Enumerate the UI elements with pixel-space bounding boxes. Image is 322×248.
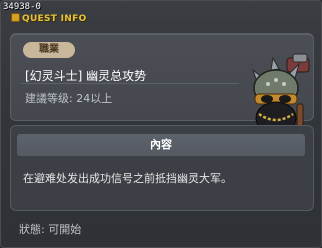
quest-id: 34938-0	[3, 2, 41, 12]
content-header: 內容	[17, 134, 305, 156]
job-badge: 職業	[23, 42, 75, 58]
quest-title: [幻灵斗士] 幽灵总攻势	[25, 69, 147, 83]
quest-scroll-icon	[11, 13, 20, 22]
divider	[21, 83, 239, 84]
quest-status: 狀態: 可開始	[19, 223, 82, 236]
content-text: 在避难处发出成功信号之前抵挡幽灵大军。	[23, 172, 232, 185]
window-title: QUEST INFO	[11, 13, 87, 24]
window-title-text: QUEST INFO	[22, 14, 87, 24]
recommended-level: 建議等级: 24以上	[25, 92, 113, 105]
quest-content-panel: 內容 在避难处发出成功信号之前抵挡幽灵大军。	[10, 125, 314, 211]
quest-info-panel: 職業 [幻灵斗士] 幽灵总攻势 建議等级: 24以上	[10, 33, 314, 140]
quest-info-window: 34938-0 QUEST INFO 職業 [幻灵斗士] 幽灵总攻势 建議等级:…	[0, 0, 322, 248]
